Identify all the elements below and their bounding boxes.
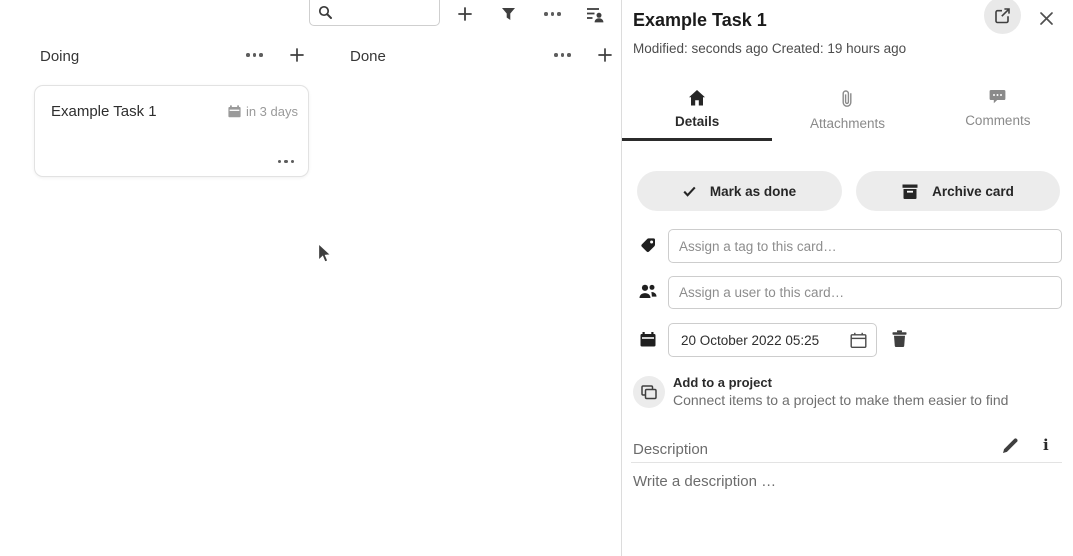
- edit-description-icon[interactable]: [1002, 438, 1018, 454]
- board-menu-icon[interactable]: [544, 12, 561, 16]
- search-icon: [318, 5, 333, 20]
- list-user-icon[interactable]: [586, 6, 605, 23]
- card-menu-icon[interactable]: [278, 160, 295, 164]
- due-date-value: 20 October 2022 05:25: [681, 333, 819, 348]
- open-in-window-button[interactable]: [984, 0, 1021, 34]
- mark-as-done-label: Mark as done: [710, 184, 796, 199]
- tab-comments[interactable]: Comments: [923, 84, 1073, 141]
- tab-label: Attachments: [810, 116, 885, 131]
- app-window: Doing Done Example Task 1 in 3 days Exam…: [0, 0, 1073, 556]
- add-card-toolbar-button[interactable]: [457, 6, 473, 22]
- panel-task-title: Example Task 1: [633, 10, 767, 31]
- panel-tab-bar: Details Attachments Comments: [622, 84, 1073, 141]
- mark-as-done-button[interactable]: Mark as done: [637, 171, 842, 211]
- search-box: [309, 0, 440, 26]
- archive-card-label: Archive card: [932, 184, 1014, 199]
- card-due-label: in 3 days: [246, 104, 298, 119]
- assign-tag-input[interactable]: [669, 230, 1061, 262]
- column-title-done: Done: [350, 48, 386, 65]
- tab-details[interactable]: Details: [622, 84, 772, 141]
- description-divider: [631, 462, 1062, 463]
- delete-date-icon[interactable]: [892, 330, 907, 347]
- home-icon: [688, 89, 706, 106]
- users-icon: [639, 284, 657, 299]
- archive-icon: [902, 184, 918, 199]
- tab-label: Comments: [965, 113, 1030, 128]
- tag-icon: [640, 237, 657, 254]
- add-to-project-button[interactable]: [633, 376, 665, 408]
- user-field: [668, 276, 1062, 309]
- add-to-project-subtitle: Connect items to a project to make them …: [673, 392, 1008, 408]
- filter-icon[interactable]: [501, 7, 516, 21]
- column-title-doing: Doing: [40, 48, 79, 65]
- mouse-cursor: [317, 242, 333, 266]
- check-icon: [683, 186, 696, 197]
- add-card-icon[interactable]: [289, 47, 305, 63]
- assign-user-input[interactable]: [669, 277, 1061, 308]
- card-due-date: in 3 days: [228, 104, 298, 119]
- calendar-icon: [640, 332, 656, 347]
- tab-attachments[interactable]: Attachments: [772, 84, 922, 141]
- description-label: Description: [633, 441, 708, 458]
- info-icon[interactable]: i: [1043, 436, 1049, 454]
- add-card-icon[interactable]: [597, 47, 613, 63]
- date-picker-icon[interactable]: [850, 332, 867, 349]
- description-placeholder[interactable]: Write a description …: [633, 473, 776, 490]
- close-icon: [1039, 11, 1054, 26]
- card-title: Example Task 1: [51, 103, 157, 120]
- column-menu-icon[interactable]: [246, 53, 263, 57]
- search-input[interactable]: [338, 4, 434, 22]
- paperclip-icon: [841, 89, 853, 108]
- tag-field: [668, 229, 1062, 263]
- add-to-project-title[interactable]: Add to a project: [673, 375, 772, 390]
- column-menu-icon[interactable]: [554, 53, 571, 57]
- task-card[interactable]: Example Task 1 in 3 days: [34, 85, 309, 177]
- due-date-field[interactable]: 20 October 2022 05:25: [668, 323, 877, 357]
- calendar-icon: [228, 105, 241, 118]
- tab-label: Details: [675, 114, 719, 129]
- projects-icon: [641, 385, 657, 400]
- external-link-icon: [994, 7, 1011, 24]
- panel-meta-text: Modified: seconds ago Created: 19 hours …: [633, 41, 906, 56]
- archive-card-button[interactable]: Archive card: [856, 171, 1060, 211]
- close-panel-button[interactable]: [1037, 9, 1055, 27]
- chat-bubble-icon: [989, 89, 1006, 105]
